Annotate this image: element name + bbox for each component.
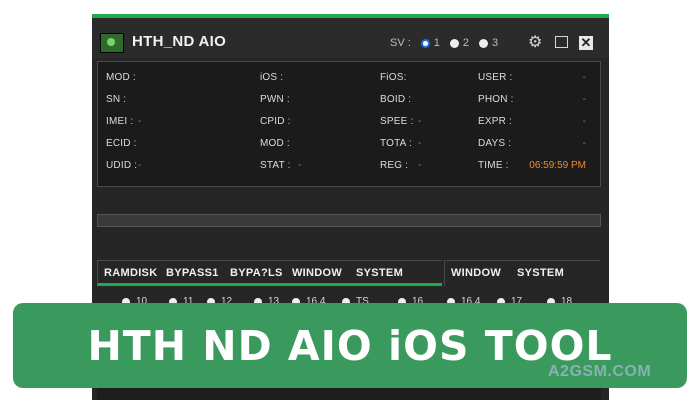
tab-bypass1[interactable]: BYPASS1	[166, 267, 219, 279]
info-value: -	[418, 138, 422, 149]
title-bar: HTH_ND AIO SV : 1 2 3 ⚙ ✕	[92, 18, 609, 58]
info-label: UDID :	[106, 160, 138, 171]
radio-icon[interactable]	[449, 38, 459, 48]
info-value: -	[582, 116, 586, 127]
info-label: SN :	[106, 94, 127, 105]
tab-window[interactable]: WINDOW	[292, 267, 342, 279]
info-row: MOD : iOS : FiOS: USER : -	[98, 72, 600, 88]
info-label: CPID :	[260, 116, 291, 127]
info-label: EXPR :	[478, 116, 512, 127]
sv-option-label: 2	[462, 37, 470, 49]
tab-bypass2[interactable]: BYPA?LS	[230, 267, 283, 279]
tab-ramdisk[interactable]: RAMDISK	[104, 267, 157, 279]
info-label: DAYS :	[478, 138, 512, 149]
info-label: FiOS:	[380, 72, 407, 83]
tab-system-side[interactable]: SYSTEM	[517, 267, 564, 279]
radio-selected-icon[interactable]	[420, 38, 430, 48]
info-value: -	[582, 72, 586, 83]
settings-gear-icon[interactable]: ⚙	[528, 35, 542, 51]
progress-bar	[97, 214, 601, 227]
info-label: IMEI :	[106, 116, 134, 127]
info-label: TOTA :	[380, 138, 412, 149]
info-value: -	[418, 160, 422, 171]
sv-selector: SV : 1 2 3	[390, 37, 508, 49]
info-label: TIME :	[478, 160, 509, 171]
tab-bar-main: RAMDISK BYPASS1 BYPA?LS WINDOW SYSTEM	[97, 260, 442, 286]
info-label: STAT :	[260, 160, 291, 171]
tab-system[interactable]: SYSTEM	[356, 267, 403, 279]
close-button[interactable]: ✕	[579, 36, 593, 50]
sv-label: SV :	[390, 37, 411, 49]
info-label: PWN :	[260, 94, 290, 105]
sv-option-label: 1	[433, 37, 440, 49]
info-label: BOID :	[380, 94, 412, 105]
info-label: iOS :	[260, 72, 284, 83]
radio-icon[interactable]	[479, 38, 489, 48]
info-value: -	[418, 116, 422, 127]
info-label: MOD :	[260, 138, 290, 149]
minimize-button[interactable]	[555, 36, 568, 48]
info-row: ECID : MOD : TOTA : - DAYS :-	[98, 138, 600, 154]
app-title: HTH_ND AIO	[132, 33, 227, 50]
info-value: -	[582, 138, 586, 149]
info-label: ECID :	[106, 138, 137, 149]
info-row: SN : PWN : BOID : PHON : -	[98, 94, 600, 110]
sv-option-1[interactable]: 1	[420, 37, 440, 49]
info-value: -	[582, 94, 586, 105]
info-label: REG :	[380, 160, 409, 171]
info-row: UDID : - STAT : - REG : - TIME :06:59:59 PM	[98, 160, 600, 176]
info-value: -	[298, 160, 302, 171]
device-info-panel: MOD : iOS : FiOS: USER : - SN : PWN : BOID : PHO…	[97, 61, 601, 187]
banner-title: HTH ND AIO iOS TOOL	[87, 321, 613, 370]
watermark: A2GSM.COM	[548, 363, 652, 380]
sv-option-3[interactable]: 3	[479, 37, 498, 49]
sv-option-label: 3	[492, 37, 499, 49]
tab-window-side[interactable]: WINDOW	[451, 267, 501, 279]
info-value: 06:59:59 PM	[529, 160, 586, 171]
info-row: IMEI : - CPID : SPEE : - EXPR :-	[98, 116, 600, 132]
info-label: SPEE :	[380, 116, 414, 127]
info-value: -	[138, 116, 142, 127]
app-logo-icon	[100, 33, 124, 53]
info-label: USER :	[478, 72, 513, 83]
tab-bar-side: WINDOW SYSTEM	[444, 260, 600, 286]
info-label: PHON :	[478, 94, 514, 105]
sv-option-2[interactable]: 2	[449, 37, 470, 49]
info-label: MOD :	[106, 72, 136, 83]
info-value: -	[138, 160, 142, 171]
